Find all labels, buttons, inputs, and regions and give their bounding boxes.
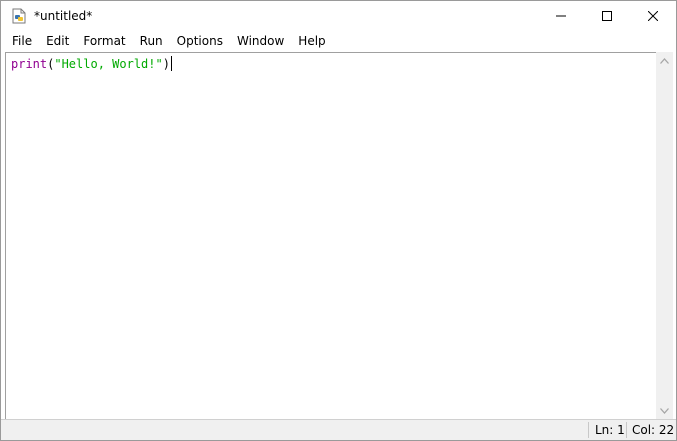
python-file-icon xyxy=(11,8,27,24)
vertical-scrollbar[interactable] xyxy=(656,52,673,419)
maximize-button[interactable] xyxy=(584,1,630,31)
menu-options[interactable]: Options xyxy=(170,31,230,51)
code-line-1[interactable]: print("Hello, World!") xyxy=(11,56,172,72)
status-divider xyxy=(626,422,627,438)
title-bar[interactable]: *untitled* xyxy=(1,1,676,31)
chevron-down-icon xyxy=(660,407,669,414)
menu-help[interactable]: Help xyxy=(291,31,332,51)
close-icon xyxy=(648,11,658,21)
builtin-token: print xyxy=(11,57,48,71)
scroll-down-button[interactable] xyxy=(656,402,673,419)
menu-bar: File Edit Format Run Options Window Help xyxy=(1,31,676,51)
menu-run[interactable]: Run xyxy=(133,31,170,51)
menu-edit[interactable]: Edit xyxy=(39,31,76,51)
menu-format[interactable]: Format xyxy=(76,31,132,51)
chevron-up-icon xyxy=(660,57,669,64)
minimize-icon xyxy=(556,15,566,17)
status-column-number: Col: 22 xyxy=(632,423,675,437)
status-bar: Ln: 1 Col: 22 xyxy=(1,419,676,440)
status-line-number: Ln: 1 xyxy=(595,423,625,437)
close-button[interactable] xyxy=(630,1,676,31)
string-token: "Hello, World!" xyxy=(54,57,163,71)
code-editor[interactable]: print("Hello, World!") xyxy=(5,52,656,419)
menu-file[interactable]: File xyxy=(5,31,39,51)
window-title: *untitled* xyxy=(34,9,93,23)
status-divider xyxy=(588,422,589,438)
maximize-icon xyxy=(602,11,612,21)
text-cursor xyxy=(170,56,172,71)
paren-token: ) xyxy=(162,57,170,71)
idle-editor-window: *untitled* File Edit Format Run Options … xyxy=(0,0,677,441)
scroll-up-button[interactable] xyxy=(656,52,673,69)
minimize-button[interactable] xyxy=(538,1,584,31)
menu-window[interactable]: Window xyxy=(230,31,291,51)
